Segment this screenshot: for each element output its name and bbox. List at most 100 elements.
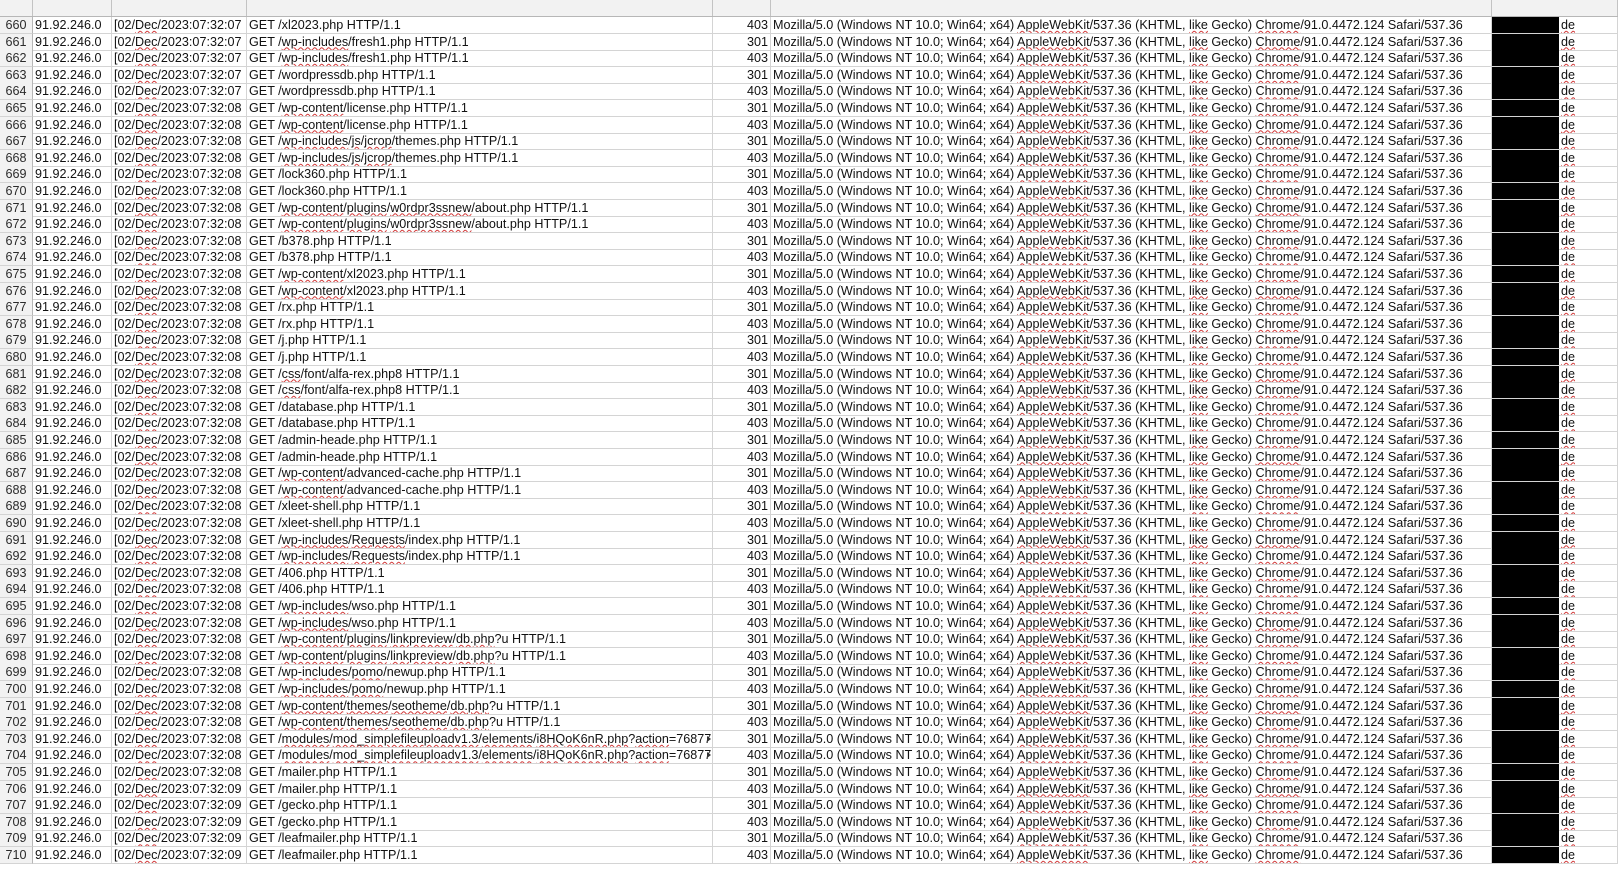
cell-request[interactable]: GET /wp-content/xl2023.php HTTP/1.1 [247,282,713,300]
cell-ip[interactable]: 91.92.246.0 [33,614,112,632]
cell-timestamp[interactable]: [02/Dec/2023:07:32:08 [112,598,247,615]
cell-status-code[interactable]: 301 [713,531,771,549]
row-number[interactable]: 698 [0,647,33,665]
cell-timestamp[interactable]: [02/Dec/2023:07:32:09 [112,830,247,848]
cell-user-agent[interactable]: Mozilla/5.0 (Windows NT 10.0; Win64; x64… [771,332,1492,350]
cell-redacted-country[interactable]: de [1492,465,1618,483]
cell-timestamp[interactable]: [02/Dec/2023:07:32:08 [112,647,247,665]
cell-status-code[interactable]: 403 [713,349,771,366]
cell-timestamp[interactable]: [02/Dec/2023:07:32:09 [112,847,247,864]
cell-ip[interactable]: 91.92.246.0 [33,764,112,781]
cell-status-code[interactable]: 403 [713,415,771,433]
table-row[interactable]: 700 91.92.246.0 [02/Dec/2023:07:32:08 GET /… [0,681,1618,698]
cell-status-code[interactable]: 403 [713,813,771,831]
cell-user-agent[interactable]: Mozilla/5.0 (Windows NT 10.0; Win64; x64… [771,797,1492,815]
column-header-f[interactable] [1492,0,1618,16]
cell-request[interactable]: GET /leafmailer.php HTTP/1.1 [247,847,713,864]
cell-user-agent[interactable]: Mozilla/5.0 (Windows NT 10.0; Win64; x64… [771,382,1492,400]
cell-ip[interactable]: 91.92.246.0 [33,17,112,34]
cell-request[interactable]: GET /wp-content/themes/seotheme/db.php?u… [247,697,713,715]
cell-request[interactable]: GET /wp-content/advanced-cache.php HTTP/… [247,481,713,499]
cell-status-code[interactable]: 403 [713,17,771,34]
cell-status-code[interactable]: 301 [713,66,771,84]
table-row[interactable]: 675 91.92.246.0 [02/Dec/2023:07:32:08 GET /… [0,266,1618,283]
cell-redacted-country[interactable]: de [1492,349,1618,366]
cell-status-code[interactable]: 403 [713,614,771,632]
cell-user-agent[interactable]: Mozilla/5.0 (Windows NT 10.0; Win64; x64… [771,747,1492,765]
cell-status-code[interactable]: 301 [713,764,771,781]
cell-redacted-country[interactable]: de [1492,581,1618,599]
row-number[interactable]: 694 [0,581,33,599]
table-row[interactable]: 696 91.92.246.0 [02/Dec/2023:07:32:08 GET /… [0,614,1618,632]
column-header-d[interactable] [713,0,771,16]
table-row[interactable]: 703 91.92.246.0 [02/Dec/2023:07:32:08 GET /… [0,730,1618,748]
row-number[interactable]: 676 [0,282,33,300]
cell-user-agent[interactable]: Mozilla/5.0 (Windows NT 10.0; Win64; x64… [771,299,1492,317]
cell-redacted-country[interactable]: de [1492,382,1618,400]
cell-status-code[interactable]: 403 [713,681,771,698]
cell-user-agent[interactable]: Mozilla/5.0 (Windows NT 10.0; Win64; x64… [771,714,1492,732]
cell-status-code[interactable]: 301 [713,465,771,483]
cell-status-code[interactable]: 301 [713,199,771,217]
cell-timestamp[interactable]: [02/Dec/2023:07:32:08 [112,315,247,333]
table-row[interactable]: 695 91.92.246.0 [02/Dec/2023:07:32:08 GET /… [0,598,1618,615]
cell-status-code[interactable]: 301 [713,498,771,516]
cell-redacted-country[interactable]: de [1492,564,1618,582]
table-row[interactable]: 664 91.92.246.0 [02/Dec/2023:07:32:07 GET /… [0,83,1618,101]
table-row[interactable]: 678 91.92.246.0 [02/Dec/2023:07:32:08 GET /… [0,315,1618,333]
cell-request[interactable]: GET /wp-content/themes/seotheme/db.php?u… [247,714,713,732]
cell-user-agent[interactable]: Mozilla/5.0 (Windows NT 10.0; Win64; x64… [771,149,1492,167]
cell-user-agent[interactable]: Mozilla/5.0 (Windows NT 10.0; Win64; x64… [771,415,1492,433]
table-row[interactable]: 661 91.92.246.0 [02/Dec/2023:07:32:07 GET /… [0,33,1618,51]
row-number[interactable]: 705 [0,764,33,781]
table-row[interactable]: 694 91.92.246.0 [02/Dec/2023:07:32:08 GET /… [0,581,1618,599]
cell-timestamp[interactable]: [02/Dec/2023:07:32:08 [112,282,247,300]
cell-redacted-country[interactable]: de [1492,365,1618,383]
cell-request[interactable]: GET /css/font/alfa-rex.php8 HTTP/1.1 [247,382,713,400]
table-row[interactable]: 707 91.92.246.0 [02/Dec/2023:07:32:09 GET /… [0,797,1618,815]
cell-ip[interactable]: 91.92.246.0 [33,100,112,117]
cell-ip[interactable]: 91.92.246.0 [33,581,112,599]
cell-user-agent[interactable]: Mozilla/5.0 (Windows NT 10.0; Win64; x64… [771,166,1492,184]
cell-ip[interactable]: 91.92.246.0 [33,382,112,400]
cell-ip[interactable]: 91.92.246.0 [33,83,112,101]
cell-timestamp[interactable]: [02/Dec/2023:07:32:08 [112,349,247,366]
cell-request[interactable]: GET /leafmailer.php HTTP/1.1 [247,830,713,848]
cell-redacted-country[interactable]: de [1492,797,1618,815]
table-row[interactable]: 667 91.92.246.0 [02/Dec/2023:07:32:08 GET /… [0,133,1618,151]
cell-request[interactable]: GET /j.php HTTP/1.1 [247,349,713,366]
cell-redacted-country[interactable]: de [1492,199,1618,217]
cell-status-code[interactable]: 301 [713,631,771,649]
cell-redacted-country[interactable]: de [1492,266,1618,283]
cell-status-code[interactable]: 301 [713,33,771,51]
row-number[interactable]: 686 [0,448,33,466]
cell-ip[interactable]: 91.92.246.0 [33,797,112,815]
cell-request[interactable]: GET /xleet-shell.php HTTP/1.1 [247,515,713,532]
cell-redacted-country[interactable]: de [1492,764,1618,781]
cell-redacted-country[interactable]: de [1492,813,1618,831]
cell-user-agent[interactable]: Mozilla/5.0 (Windows NT 10.0; Win64; x64… [771,697,1492,715]
cell-redacted-country[interactable]: de [1492,149,1618,167]
table-row[interactable]: 666 91.92.246.0 [02/Dec/2023:07:32:08 GET /… [0,116,1618,134]
cell-user-agent[interactable]: Mozilla/5.0 (Windows NT 10.0; Win64; x64… [771,598,1492,615]
cell-ip[interactable]: 91.92.246.0 [33,149,112,167]
row-number[interactable]: 697 [0,631,33,649]
cell-user-agent[interactable]: Mozilla/5.0 (Windows NT 10.0; Win64; x64… [771,498,1492,516]
row-number[interactable]: 665 [0,100,33,117]
cell-timestamp[interactable]: [02/Dec/2023:07:32:08 [112,631,247,649]
table-row[interactable]: 692 91.92.246.0 [02/Dec/2023:07:32:08 GET /… [0,548,1618,566]
row-number[interactable]: 709 [0,830,33,848]
cell-ip[interactable]: 91.92.246.0 [33,166,112,184]
cell-ip[interactable]: 91.92.246.0 [33,531,112,549]
row-number[interactable]: 667 [0,133,33,151]
cell-timestamp[interactable]: [02/Dec/2023:07:32:08 [112,133,247,151]
cell-redacted-country[interactable]: de [1492,33,1618,51]
cell-user-agent[interactable]: Mozilla/5.0 (Windows NT 10.0; Win64; x64… [771,266,1492,283]
row-number[interactable]: 684 [0,415,33,433]
cell-ip[interactable]: 91.92.246.0 [33,714,112,732]
select-all-corner[interactable] [0,0,33,16]
cell-status-code[interactable]: 403 [713,515,771,532]
spreadsheet[interactable]: 660 91.92.246.0 [02/Dec/2023:07:32:07 GET /… [0,0,1618,885]
row-number[interactable]: 710 [0,847,33,864]
table-row[interactable]: 702 91.92.246.0 [02/Dec/2023:07:32:08 GET /… [0,714,1618,732]
